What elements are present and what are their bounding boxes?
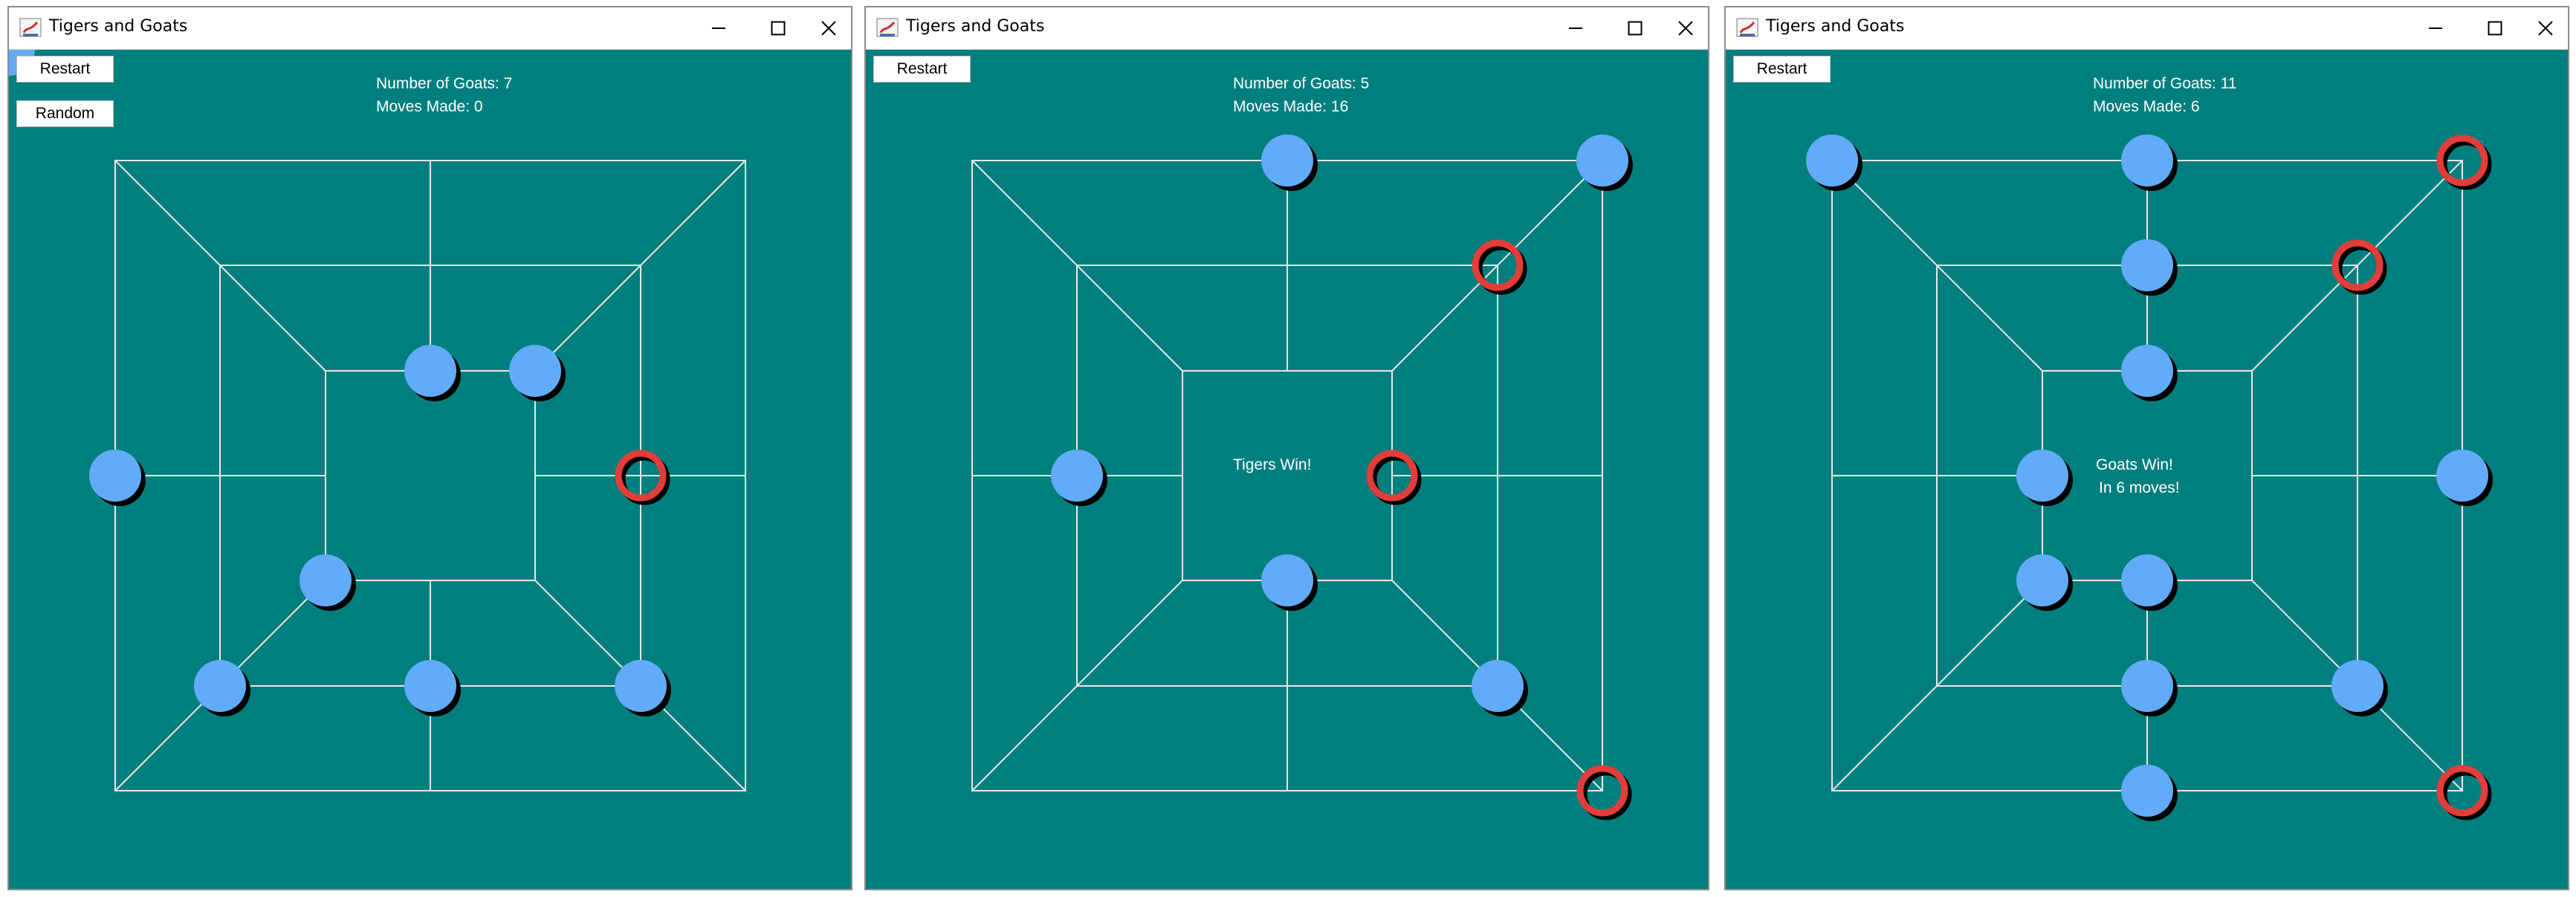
close-icon bbox=[2538, 21, 2553, 36]
maximize-button[interactable] bbox=[756, 12, 800, 45]
minimize-icon bbox=[2429, 27, 2442, 29]
game-status-label: Goats Win! bbox=[2096, 456, 2173, 473]
minimize-button[interactable] bbox=[2413, 12, 2458, 45]
tiger-piece[interactable] bbox=[1366, 450, 1422, 505]
goat-count-label: Number of Goats: 5 bbox=[1233, 75, 1370, 92]
restart-button[interactable]: Restart bbox=[1733, 56, 1831, 82]
minimize-button[interactable] bbox=[696, 12, 741, 45]
title-bar[interactable]: Tigers and Goats bbox=[1726, 7, 2568, 50]
goat-piece[interactable] bbox=[2121, 239, 2178, 296]
title-bar[interactable]: Tigers and Goats bbox=[866, 7, 1708, 50]
maximize-icon bbox=[1628, 21, 1643, 36]
moves-made-label: Moves Made: 6 bbox=[2093, 98, 2200, 115]
game-panel: Restart Number of Goats: 11 Moves Made: … bbox=[1726, 50, 2568, 889]
moves-made-label: Moves Made: 0 bbox=[376, 98, 483, 115]
goat-count-label: Number of Goats: 7 bbox=[376, 75, 513, 92]
goat-piece[interactable] bbox=[2016, 450, 2073, 506]
goat-piece[interactable] bbox=[1472, 660, 1528, 716]
game-status-label: Tigers Win! bbox=[1233, 456, 1312, 473]
minimize-icon bbox=[712, 27, 725, 29]
goat-piece[interactable] bbox=[404, 660, 461, 716]
close-button[interactable] bbox=[1663, 12, 1708, 45]
goat-count-label: Number of Goats: 11 bbox=[2093, 75, 2237, 92]
goat-piece[interactable] bbox=[509, 345, 566, 401]
close-button[interactable] bbox=[806, 12, 851, 45]
java-app-icon bbox=[876, 18, 899, 37]
goat-piece[interactable] bbox=[89, 450, 146, 506]
random-button[interactable]: Random bbox=[16, 100, 114, 127]
maximize-icon bbox=[771, 21, 786, 36]
tiger-piece[interactable] bbox=[1472, 239, 1527, 295]
goat-piece[interactable] bbox=[2016, 554, 2073, 611]
maximize-button[interactable] bbox=[2473, 12, 2517, 45]
restart-button[interactable]: Restart bbox=[873, 56, 971, 82]
maximize-icon bbox=[2488, 21, 2502, 36]
goat-piece[interactable] bbox=[2331, 660, 2388, 716]
minimize-icon bbox=[1569, 27, 1582, 29]
goat-piece[interactable] bbox=[2121, 135, 2178, 191]
game-window-3: Tigers and Goats Restart Number of Goats… bbox=[1724, 6, 2569, 890]
board-square bbox=[325, 370, 536, 581]
goat-piece[interactable] bbox=[2121, 765, 2178, 821]
tiger-piece[interactable] bbox=[2436, 135, 2492, 190]
tiger-piece[interactable] bbox=[2436, 765, 2492, 820]
goat-piece[interactable] bbox=[1806, 135, 1863, 191]
java-app-icon bbox=[19, 18, 42, 37]
window-title: Tigers and Goats bbox=[1766, 17, 1905, 36]
goat-piece[interactable] bbox=[1261, 554, 1318, 611]
restart-button[interactable]: Restart bbox=[16, 56, 114, 82]
minimize-button[interactable] bbox=[1553, 12, 1598, 45]
close-button[interactable] bbox=[2523, 12, 2568, 45]
board-square bbox=[1182, 370, 1393, 581]
goat-piece[interactable] bbox=[2121, 345, 2178, 401]
goat-piece[interactable] bbox=[1261, 135, 1318, 191]
tiger-piece[interactable] bbox=[615, 450, 670, 505]
java-app-icon bbox=[1736, 18, 1758, 37]
goat-piece[interactable] bbox=[2121, 554, 2178, 611]
goat-piece[interactable] bbox=[1576, 135, 1633, 191]
goat-piece[interactable] bbox=[300, 554, 356, 611]
window-title: Tigers and Goats bbox=[906, 17, 1045, 36]
game-panel: Restart Number of Goats: 5 Moves Made: 1… bbox=[866, 50, 1708, 889]
goat-piece[interactable] bbox=[2121, 660, 2178, 716]
goat-piece[interactable] bbox=[404, 345, 461, 401]
maximize-button[interactable] bbox=[1613, 12, 1657, 45]
goat-piece[interactable] bbox=[2436, 450, 2493, 506]
tiger-piece[interactable] bbox=[2331, 239, 2387, 295]
tiger-piece[interactable] bbox=[1576, 765, 1632, 820]
game-window-1: Tigers and Goats Restart Random Number o… bbox=[7, 6, 852, 890]
close-icon bbox=[821, 21, 836, 36]
board[interactable] bbox=[9, 50, 851, 889]
moves-made-label: Moves Made: 16 bbox=[1233, 98, 1349, 115]
game-panel: Restart Random Number of Goats: 7 Moves … bbox=[9, 50, 851, 889]
game-status-detail: In 6 moves! bbox=[2099, 479, 2180, 496]
window-title: Tigers and Goats bbox=[49, 17, 188, 36]
goat-piece[interactable] bbox=[194, 660, 250, 716]
goat-piece[interactable] bbox=[615, 660, 671, 716]
title-bar[interactable]: Tigers and Goats bbox=[9, 7, 851, 50]
close-icon bbox=[1678, 21, 1693, 36]
game-window-2: Tigers and Goats Restart Number of Goats… bbox=[864, 6, 1709, 890]
board-square bbox=[2042, 370, 2253, 581]
goat-piece[interactable] bbox=[1051, 450, 1107, 506]
